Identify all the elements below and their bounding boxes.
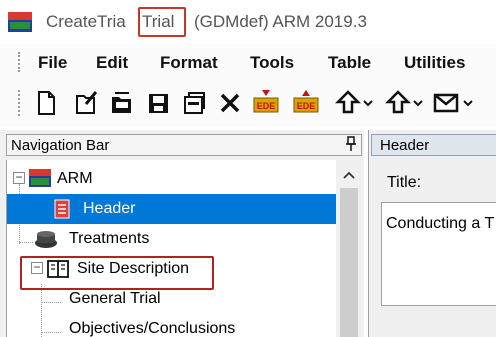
open-icon[interactable] [72,88,100,118]
menu-table[interactable]: Table [328,53,371,73]
menu-file[interactable]: File [38,53,67,73]
open-folder-icon[interactable] [108,88,136,118]
navigation-header: Navigation Bar [6,134,362,156]
mail-icon[interactable] [432,88,476,118]
new-icon[interactable] [32,88,60,118]
title-bar: CreateTria Trial (GDMdef) ARM 2019.3 [0,0,496,44]
header-doc-icon [51,199,73,219]
window-title-trial: Trial [142,12,175,31]
window-title-detail: (GDMdef) ARM 2019.3 [194,12,367,31]
menu-format[interactable]: Format [160,53,218,73]
menu-bar: File Edit Format Tools Table Utilities [0,44,496,80]
upload-icon[interactable] [334,88,374,118]
navigation-tree: − ARM Header Treatments − Site Descripti… [6,160,362,337]
menu-utilities[interactable]: Utilities [404,53,465,73]
tree-item-treatments[interactable]: Treatments [7,224,337,254]
header-pane: Header Title: Conducting a T [368,130,496,337]
scroll-up-icon[interactable] [343,168,355,182]
tree-item-label: Header [83,200,136,217]
treatments-icon [33,229,57,249]
header-pane-titlebar: Header [371,134,496,156]
title-field-value: Conducting a T [386,215,495,232]
menu-edit[interactable]: Edit [96,53,128,73]
arm-icon [29,169,51,189]
tree-item-label: General Trial [69,290,161,307]
ede-import-icon[interactable]: EDE [252,88,280,118]
pin-icon[interactable] [345,136,357,155]
title-field-label: Title: [387,174,422,191]
tree-item-label: ARM [57,170,93,187]
ede-export-icon[interactable]: EDE [292,88,320,118]
svg-text:EDE: EDE [257,101,276,111]
delete-icon[interactable] [216,88,244,118]
save-icon[interactable] [144,88,172,118]
properties-icon[interactable] [180,88,208,118]
arm-app-icon [8,12,32,32]
svg-text:EDE: EDE [297,101,316,111]
scrollbar-thumb[interactable] [340,188,358,337]
toolbar: EDE EDE [0,80,496,126]
site-description-highlight [20,256,214,290]
tree-item-header[interactable]: Header [7,194,337,224]
toolbar-grip[interactable] [18,90,20,116]
tree-item-label: Objectives/Conclusions [69,320,236,337]
navigation-pane: Navigation Bar − ARM Header Treatments −… [0,130,364,337]
navigation-title: Navigation Bar [11,137,110,154]
title-field[interactable]: Conducting a T [381,202,496,306]
navigation-scrollbar[interactable] [336,160,362,337]
menu-grip[interactable] [18,52,20,72]
tree-item-label: Treatments [69,230,150,247]
header-pane-title: Header [380,137,430,154]
window-title-app: CreateTria [46,12,126,31]
collapse-icon[interactable]: − [13,171,25,184]
tree-item-arm[interactable]: − ARM [7,164,337,194]
tree-item-objectives-conclusions[interactable]: Objectives/Conclusions [7,314,337,337]
menu-tools[interactable]: Tools [250,53,294,73]
download-icon[interactable] [384,88,424,118]
